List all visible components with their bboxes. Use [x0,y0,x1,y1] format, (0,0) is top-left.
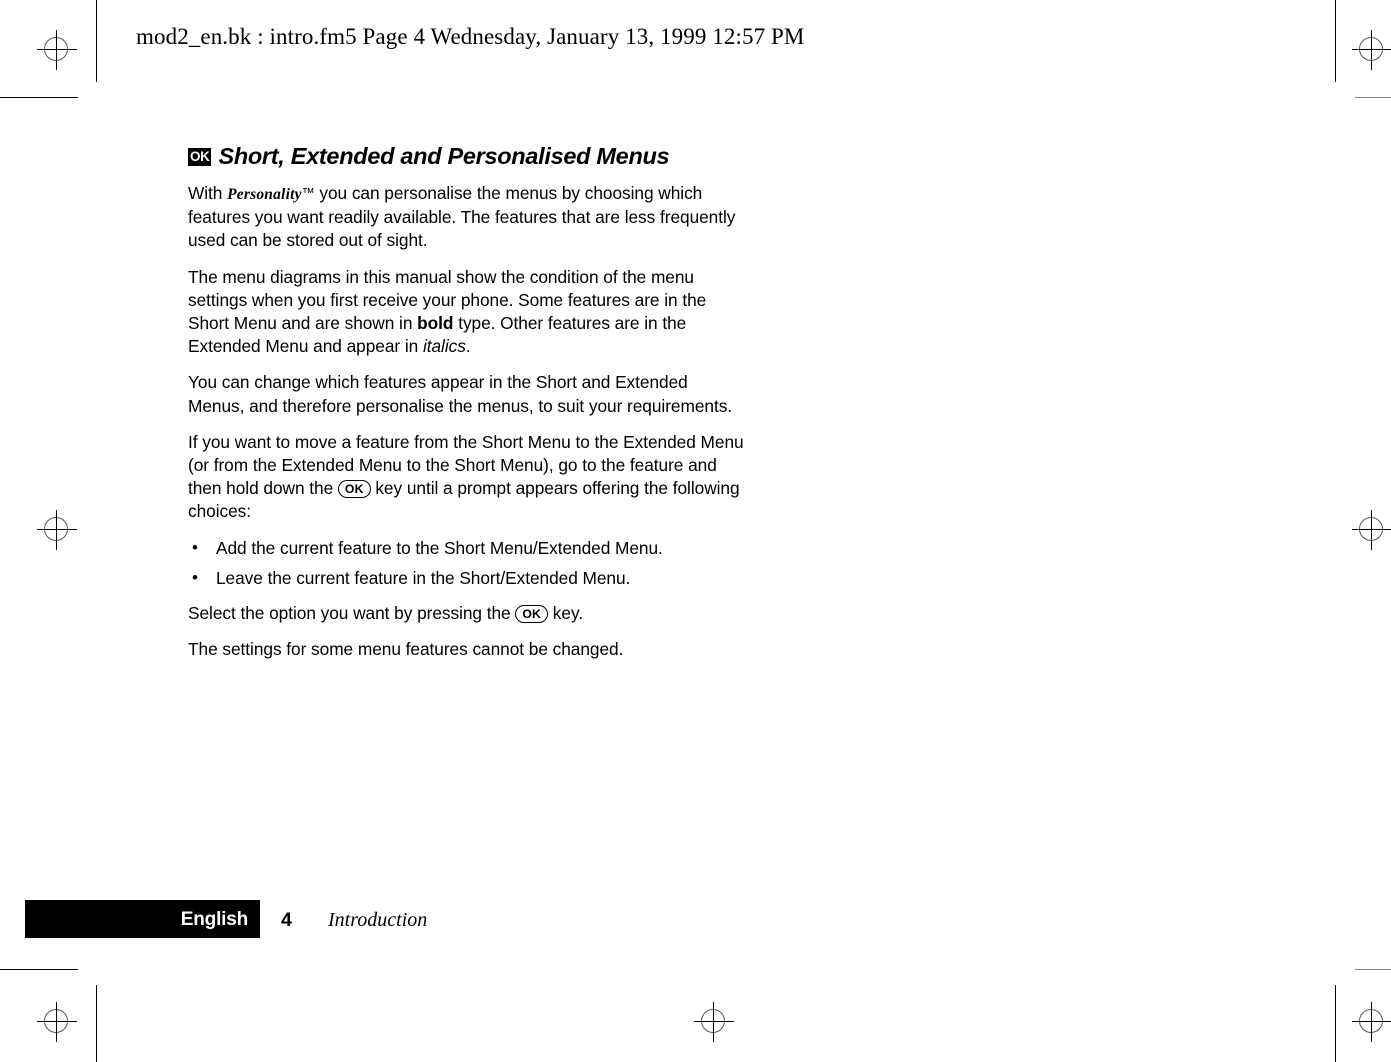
crop-line-left-top [96,0,97,82]
paragraph-personality: With Personality™ you can personalise th… [188,181,748,253]
bullet-icon: • [192,537,198,557]
trademark-symbol: ™ [301,185,315,201]
paragraph-change-features: You can change which features appear in … [188,372,733,416]
registration-vertical-line [56,30,57,70]
list-item: • Leave the current feature in the Short… [188,567,748,590]
list-item: • Add the current feature to the Short M… [188,537,748,560]
page-title: OK Short, Extended and Personalised Menu… [188,143,748,170]
registration-horizontal-line [1352,529,1391,530]
page-title-text: Short, Extended and Personalised Menus [218,143,670,169]
registration-horizontal-line [37,529,77,530]
registration-vertical-line [713,1002,714,1042]
registration-vertical-line [56,1002,57,1042]
emphasis-bold: bold [417,313,454,334]
file-path-header: mod2_en.bk : intro.fm5 Page 4 Wednesday,… [136,24,805,49]
crop-line-right-bottom [1335,985,1336,1062]
registration-vertical-line [56,510,57,550]
choice-list: • Add the current feature to the Short M… [188,537,748,590]
registration-mark-bottom-left [35,1000,79,1044]
language-label: English [180,909,248,930]
crop-line-bottom-left-horizontal [0,969,78,970]
ok-badge-icon: OK [188,147,212,166]
paragraph-text: Select the option you want by pressing t… [188,603,516,624]
emphasis-italic: italics [422,336,466,357]
paragraph-text: With [188,183,228,204]
language-bar: English [25,900,260,938]
registration-horizontal-line [1352,49,1391,50]
crop-line-left-bottom [96,985,97,1062]
personality-trademark: Personality [227,186,302,204]
paragraph-settings-note: The settings for some menu features cann… [188,639,624,660]
registration-mark-mid-right [1350,508,1391,552]
footer-section-name: Introduction [328,909,428,931]
registration-mark-bottom-center [692,1000,736,1044]
registration-horizontal-line [694,1021,734,1022]
registration-mark-mid-left [35,508,79,552]
registration-vertical-line [1371,30,1372,70]
page-number: 4 [281,909,292,931]
registration-horizontal-line [37,1021,77,1022]
paragraph-select-option: Select the option you want by pressing t… [188,602,748,625]
crop-line-right-top [1335,0,1336,82]
bullet-icon: • [192,567,198,587]
page-content: OK Short, Extended and Personalised Menu… [188,143,748,674]
registration-vertical-line [1371,510,1372,550]
list-item-label: Add the current feature to the Short Men… [216,537,663,558]
crop-line-top-left-horizontal [0,97,78,98]
registration-horizontal-line [37,49,77,50]
crop-line-bottom-right-horizontal [1355,969,1391,970]
list-item-label: Leave the current feature in the Short/E… [216,567,631,588]
crop-line-top-right-horizontal [1355,97,1391,98]
paragraph-menu-diagrams: The menu diagrams in this manual show th… [188,266,748,359]
ok-key-icon: OK [515,605,549,624]
paragraph-text: . [465,336,471,357]
paragraph-text: key. [548,603,584,624]
registration-horizontal-line [1352,1021,1391,1022]
registration-mark-top-right [1350,28,1391,72]
registration-mark-bottom-right [1350,1000,1391,1044]
page-footer: English 4 Introduction [25,900,585,940]
paragraph-move-feature: If you want to move a feature from the S… [188,431,748,524]
registration-vertical-line [1371,1002,1372,1042]
ok-key-icon: OK [337,480,371,499]
registration-mark-top-left [35,28,79,72]
